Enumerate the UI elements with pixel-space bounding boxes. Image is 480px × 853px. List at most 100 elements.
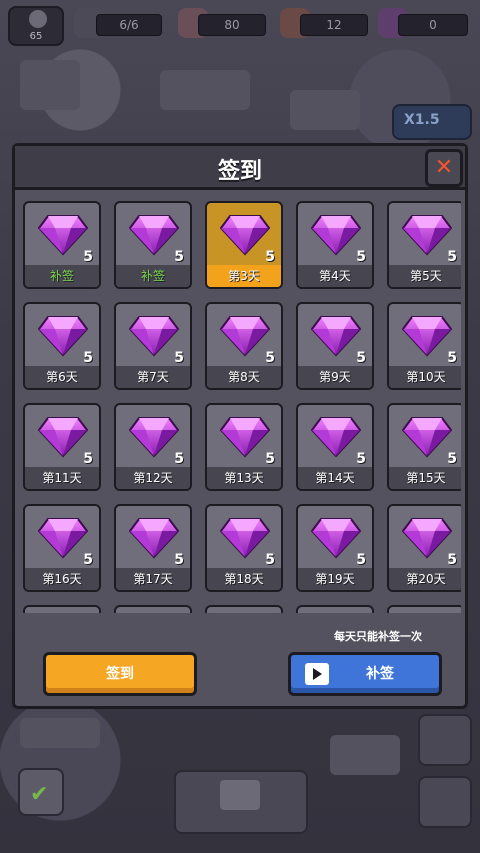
gem-icon <box>310 515 362 559</box>
day-cell[interactable]: 5 第19天 <box>296 504 374 592</box>
gem-icon <box>128 212 180 256</box>
reward-amount: 5 <box>83 350 93 366</box>
atom-button[interactable] <box>418 776 472 828</box>
gem-icon <box>219 414 271 458</box>
day-cell[interactable]: 5 第6天 <box>23 302 101 390</box>
day-label: 第12天 <box>116 467 190 489</box>
gem-counter: 0 <box>398 14 468 36</box>
gem-icon <box>219 212 271 256</box>
day-cell[interactable]: 5 第11天 <box>23 403 101 491</box>
day-cell[interactable]: 5 第16天 <box>23 504 101 592</box>
day-label: 第13天 <box>207 467 281 489</box>
gem-icon <box>401 414 453 458</box>
day-cell[interactable]: 5 第17天 <box>114 504 192 592</box>
reward-amount: 5 <box>265 350 275 366</box>
calendar-button[interactable]: ✔ <box>18 768 64 816</box>
day-label: 第14天 <box>298 467 372 489</box>
reward-amount: 5 <box>265 451 275 467</box>
day-cell-partial <box>387 605 461 613</box>
close-icon: ✕ <box>434 155 454 180</box>
reward-amount: 5 <box>83 249 93 265</box>
day-cell-partial <box>296 605 374 613</box>
resource-b-counter: 12 <box>300 14 368 36</box>
gem-icon <box>219 515 271 559</box>
day-cell-partial <box>23 605 101 613</box>
makeup-button[interactable]: 补签 <box>288 652 442 696</box>
reward-amount: 5 <box>356 451 366 467</box>
reward-amount: 5 <box>83 552 93 568</box>
day-label: 第5天 <box>389 265 461 287</box>
cards-button[interactable] <box>418 714 472 766</box>
day-cell[interactable]: 5 第7天 <box>114 302 192 390</box>
gem-icon <box>37 414 89 458</box>
day-label: 第18天 <box>207 568 281 590</box>
day-cell[interactable]: 5 第13天 <box>205 403 283 491</box>
reward-amount: 5 <box>447 451 457 467</box>
signin-button[interactable]: 签到 <box>43 652 197 696</box>
reward-amount: 5 <box>174 249 184 265</box>
day-cell[interactable]: 5 第3天 <box>205 201 283 289</box>
day-cell[interactable]: 5 第18天 <box>205 504 283 592</box>
top-hud: 65 6/6 80 12 0 <box>0 0 480 50</box>
day-cell[interactable]: 5 第12天 <box>114 403 192 491</box>
day-label: 第3天 <box>207 265 281 287</box>
gem-icon <box>219 313 271 357</box>
dialog-header: 签到 ✕ <box>15 146 465 190</box>
dialog-title: 签到 <box>217 159 262 184</box>
hammer-icon <box>220 780 260 810</box>
gem-icon <box>128 414 180 458</box>
player-level: 65 <box>29 31 43 42</box>
check-icon: ✔ <box>30 782 49 807</box>
reward-amount: 5 <box>174 350 184 366</box>
close-button[interactable]: ✕ <box>425 149 463 187</box>
day-label: 第20天 <box>389 568 461 590</box>
day-cell[interactable]: 5 第9天 <box>296 302 374 390</box>
build-button[interactable] <box>174 770 308 834</box>
day-cell[interactable]: 5 补签 <box>114 201 192 289</box>
day-cell[interactable]: 5 补签 <box>23 201 101 289</box>
day-label: 第7天 <box>116 366 190 388</box>
player-level-badge[interactable]: 65 <box>8 6 64 46</box>
day-label: 第11天 <box>25 467 99 489</box>
day-cell[interactable]: 5 第10天 <box>387 302 461 390</box>
day-label: 第15天 <box>389 467 461 489</box>
resource-a-counter: 80 <box>198 14 266 36</box>
day-cell-partial <box>205 605 283 613</box>
day-cell[interactable]: 5 第4天 <box>296 201 374 289</box>
reward-amount: 5 <box>356 552 366 568</box>
day-label: 第9天 <box>298 366 372 388</box>
star-icon <box>29 10 47 28</box>
day-label: 补签 <box>116 265 190 287</box>
gem-icon <box>401 212 453 256</box>
gem-icon <box>37 515 89 559</box>
energy-counter: 6/6 <box>96 14 162 36</box>
day-label: 第6天 <box>25 366 99 388</box>
day-label: 第16天 <box>25 568 99 590</box>
reward-amount: 5 <box>447 552 457 568</box>
signin-button-label: 签到 <box>106 666 134 682</box>
gem-icon <box>401 313 453 357</box>
day-label: 第8天 <box>207 366 281 388</box>
reward-amount: 5 <box>356 249 366 265</box>
signin-dialog: 签到 ✕ 5 补签 5 补签 5 第3天 5 第4天 5 第5天 5 第6天 5… <box>12 143 468 709</box>
day-label: 第4天 <box>298 265 372 287</box>
day-cell[interactable]: 5 第5天 <box>387 201 461 289</box>
makeup-button-label: 补签 <box>366 666 394 682</box>
day-grid: 5 补签 5 补签 5 第3天 5 第4天 5 第5天 5 第6天 5 第7天 … <box>19 193 461 613</box>
gem-icon <box>310 313 362 357</box>
gem-icon <box>128 313 180 357</box>
speed-badge[interactable]: X1.5 <box>392 104 472 140</box>
day-cell[interactable]: 5 第14天 <box>296 403 374 491</box>
reward-amount: 5 <box>83 451 93 467</box>
day-label: 第19天 <box>298 568 372 590</box>
day-cell-partial <box>114 605 192 613</box>
reward-amount: 5 <box>265 552 275 568</box>
day-label: 补签 <box>25 265 99 287</box>
day-cell[interactable]: 5 第20天 <box>387 504 461 592</box>
gem-icon <box>310 414 362 458</box>
speed-label: X1.5 <box>404 112 440 128</box>
day-cell[interactable]: 5 第15天 <box>387 403 461 491</box>
gem-icon <box>128 515 180 559</box>
day-cell[interactable]: 5 第8天 <box>205 302 283 390</box>
reward-amount: 5 <box>447 350 457 366</box>
